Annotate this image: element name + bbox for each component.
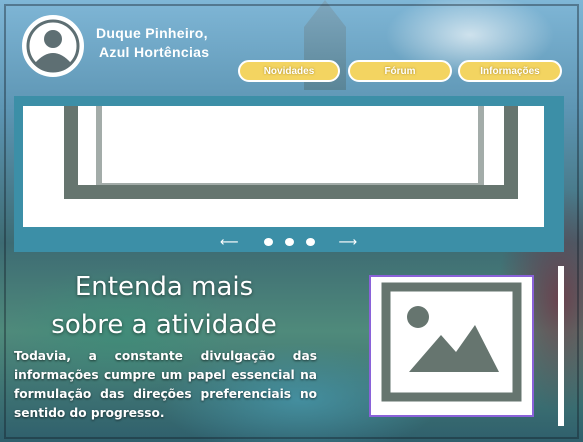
section-heading-line1: Entenda mais	[74, 272, 254, 302]
carousel-slide[interactable]	[23, 106, 544, 227]
section-paragraph: Todavia, a constante divulgação das info…	[14, 349, 317, 420]
carousel-dot-3[interactable]	[305, 238, 315, 246]
user-avatar-icon[interactable]	[22, 15, 84, 77]
brand-name-line2: Azul Hortências	[99, 44, 210, 60]
scrollbar[interactable]	[558, 266, 564, 426]
nav-button-novidades[interactable]: Novidades	[238, 60, 340, 82]
nav-button-informacoes[interactable]: Informações	[458, 60, 562, 82]
image-placeholder-icon	[64, 106, 518, 199]
carousel-controls: ⟵ ⟶	[14, 235, 564, 250]
carousel-prev-arrow-icon[interactable]: ⟵	[220, 235, 240, 250]
section-image	[369, 275, 534, 417]
user-avatar-icon-graphic	[26, 19, 80, 73]
carousel-dot-1[interactable]	[263, 238, 273, 246]
image-carousel: ⟵ ⟶	[14, 96, 564, 252]
section-heading-line2: sobre a atividade	[51, 310, 277, 340]
about-section: Entenda mais sobre a atividade Todavia, …	[14, 256, 564, 436]
brand-name: Duque Pinheiro, Azul Hortências	[96, 24, 209, 62]
carousel-dot-2[interactable]	[284, 238, 294, 246]
section-heading: Entenda mais sobre a atividade	[14, 268, 314, 344]
brand-name-line1: Duque Pinheiro,	[96, 25, 208, 41]
image-placeholder-icon	[381, 282, 522, 402]
nav-button-forum[interactable]: Fórum	[348, 60, 452, 82]
carousel-dots	[263, 238, 315, 246]
carousel-next-arrow-icon[interactable]: ⟶	[339, 235, 359, 250]
